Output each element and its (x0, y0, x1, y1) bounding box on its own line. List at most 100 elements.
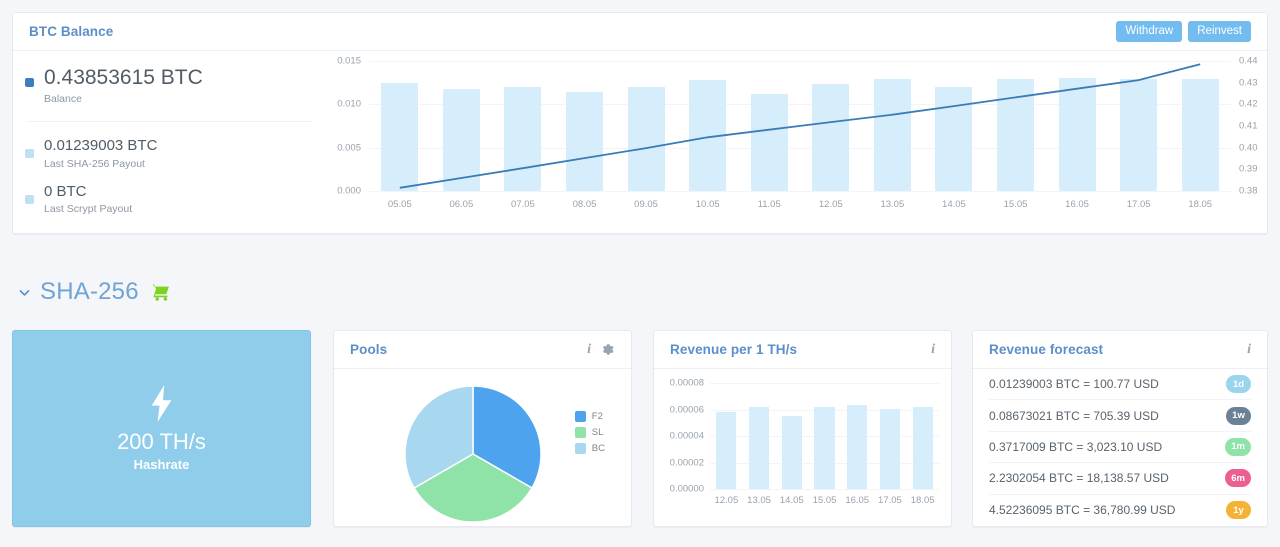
y-tick: 0.00000 (669, 483, 704, 495)
info-icon[interactable]: i (1247, 342, 1251, 357)
forecast-title: Revenue forecast (989, 342, 1104, 357)
dashboard-page: BTC Balance Withdraw Reinvest 0.43853615… (0, 0, 1280, 547)
legend-item: BC (574, 443, 605, 454)
info-icon[interactable]: i (587, 342, 591, 357)
divider (27, 121, 311, 123)
forecast-period-badge[interactable]: 1y (1226, 501, 1251, 520)
sha256-payout-amount: 0.01239003 BTC (44, 137, 158, 155)
y-tick-right: 0.41 (1239, 120, 1258, 132)
balance-stat-scrypt: 0 BTC Last Scrypt Payout (25, 182, 313, 216)
gridline (710, 383, 939, 384)
y-tick: 0.00004 (669, 430, 704, 442)
revenue-plot-area: 0.00000 0.00002 0.00004 0.00006 0.00008 12.05… (670, 378, 939, 506)
x-tick: 18.05 (910, 495, 935, 506)
sha256-section-title: SHA-256 (40, 278, 139, 305)
shopping-cart-icon[interactable] (149, 283, 170, 301)
revenue-header: Revenue per 1 TH/s i (654, 331, 951, 369)
hashrate-label: Hashrate (133, 457, 190, 473)
bar (781, 415, 802, 489)
forecast-period-badge[interactable]: 1w (1226, 406, 1251, 425)
balance-stat-sha256: 0.01239003 BTC Last SHA-256 Payout (25, 136, 313, 170)
y-tick-left: 0.015 (337, 55, 361, 67)
hashrate-card: 200 TH/s Hashrate (12, 330, 311, 527)
legend-item: F2 (574, 411, 605, 422)
legend-swatch-bc (574, 443, 586, 454)
pools-card: Pools i F2 SL BC (333, 330, 632, 527)
bar (716, 411, 737, 489)
legend-item: SL (574, 427, 605, 438)
revenue-forecast-card: Revenue forecast i 0.01239003 BTC = 100.… (972, 330, 1268, 527)
x-tick: 13.05 (880, 199, 905, 210)
balance-actions: Withdraw Reinvest (1116, 20, 1251, 43)
x-tick: 10.05 (695, 199, 720, 210)
reinvest-button[interactable]: Reinvest (1188, 20, 1251, 43)
x-tick: 16.05 (1065, 199, 1089, 210)
pools-legend: F2 SL BC (574, 411, 605, 459)
y-tick-right: 0.43 (1239, 77, 1258, 89)
forecast-period-badge[interactable]: 1m (1225, 437, 1251, 456)
x-tick: 18.05 (1188, 199, 1213, 210)
forecast-period-badge[interactable]: 6m (1225, 469, 1251, 488)
balance-history-chart: 0.000 0.005 0.010 0.015 0.38 0.39 0.40 0.41 0.42… (331, 51, 1267, 234)
hashrate-value: 200 TH/s (117, 428, 206, 454)
revenue-body: 0.00000 0.00002 0.00004 0.00006 0.00008 12.05… (654, 369, 951, 527)
x-tick: 05.05 (387, 199, 412, 210)
y-tick: 0.00002 (669, 457, 704, 468)
forecast-row: 0.01239003 BTC = 100.77 USD 1d (989, 369, 1251, 401)
btc-balance-header: BTC Balance Withdraw Reinvest (13, 13, 1267, 51)
btc-balance-card: BTC Balance Withdraw Reinvest 0.43853615… (12, 12, 1268, 234)
btc-balance-body: 0.43853615 BTC Balance 0.01239003 BTC La… (13, 51, 1267, 234)
gear-icon[interactable] (600, 342, 615, 357)
forecast-row-text: 4.52236095 BTC = 36,780.99 USD (989, 503, 1176, 518)
y-tick-right: 0.44 (1239, 55, 1258, 67)
balance-trend-line (399, 63, 1201, 189)
balance-amount-label: Balance (44, 93, 82, 106)
forecast-period-badge[interactable]: 1d (1226, 375, 1251, 394)
gridline (369, 191, 1231, 192)
forecast-row-text: 0.08673021 BTC = 705.39 USD (989, 408, 1159, 423)
scrypt-payout-label: Last Scrypt Payout (44, 203, 133, 216)
y-tick-right: 0.42 (1239, 98, 1258, 110)
bar (748, 406, 770, 489)
forecast-rows: 0.01239003 BTC = 100.77 USD 1d 0.08673021 … (973, 369, 1267, 526)
withdraw-button[interactable]: Withdraw (1116, 20, 1183, 43)
pools-header: Pools i (334, 331, 631, 369)
balance-stats: 0.43853615 BTC Balance 0.01239003 BTC La… (13, 51, 331, 234)
pools-body: F2 SL BC (334, 369, 631, 527)
bar (814, 406, 835, 489)
forecast-header: Revenue forecast i (973, 331, 1267, 369)
x-tick: 08.05 (572, 199, 597, 210)
forecast-row-text: 2.2302054 BTC = 18,138.57 USD (989, 471, 1169, 486)
sha256-payout-label: Last SHA-256 Payout (44, 157, 145, 170)
forecast-row: 0.08673021 BTC = 705.39 USD 1w (989, 400, 1251, 432)
gridline (710, 489, 939, 490)
lightning-bolt-icon (148, 384, 175, 422)
sha256-section-header[interactable]: SHA-256 (18, 278, 170, 306)
revenue-title: Revenue per 1 TH/s (670, 342, 798, 357)
x-tick: 07.05 (511, 199, 535, 210)
pools-pie-chart (404, 385, 542, 523)
x-tick: 11.05 (757, 199, 781, 210)
info-icon[interactable]: i (931, 342, 935, 357)
revenue-header-icons: i (931, 342, 935, 357)
y-tick-left: 0.005 (337, 142, 361, 154)
balance-marker-icon (25, 78, 34, 87)
forecast-header-icons: i (1247, 342, 1251, 357)
balance-stat-primary: 0.43853615 BTC Balance (25, 65, 313, 105)
page-title: BTC Balance (29, 24, 114, 39)
balance-amount: 0.43853615 BTC (44, 66, 203, 89)
legend-swatch-f2 (574, 411, 586, 422)
y-tick-right: 0.38 (1239, 185, 1258, 197)
y-tick-left: 0.010 (337, 98, 361, 110)
legend-label-sl: SL (591, 427, 604, 438)
legend-swatch-sl (574, 427, 586, 438)
bar (879, 408, 901, 489)
forecast-row: 0.3717009 BTC = 3,023.10 USD 1m (989, 432, 1251, 464)
x-tick: 17.05 (1126, 199, 1151, 210)
bar (912, 406, 933, 489)
x-tick: 09.05 (634, 199, 658, 210)
chevron-down-icon[interactable] (18, 286, 31, 299)
forecast-row-text: 0.01239003 BTC = 100.77 USD (989, 377, 1159, 392)
y-tick-right: 0.40 (1239, 142, 1258, 154)
